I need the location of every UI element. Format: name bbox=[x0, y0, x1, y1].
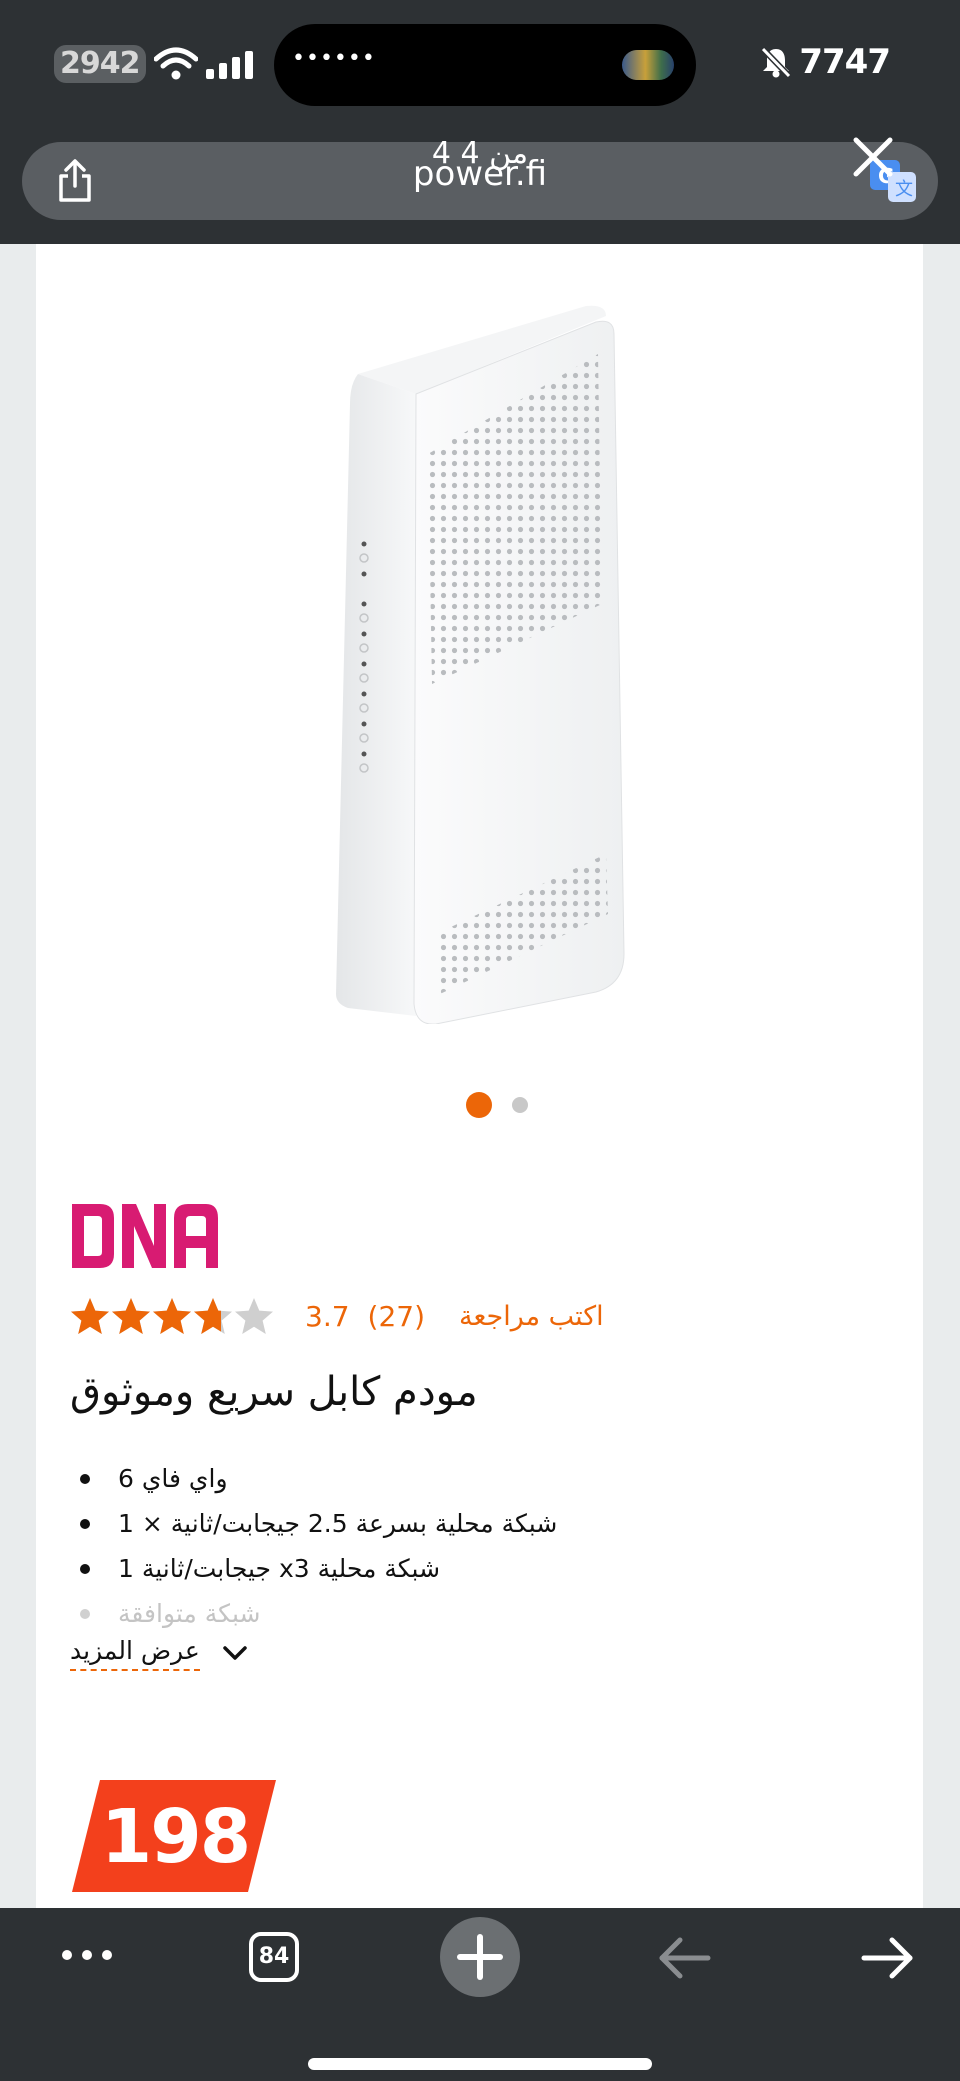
battery-level: 7747 bbox=[799, 42, 891, 82]
rating-row: 3.7 (27) اكتب مراجعة bbox=[70, 1294, 604, 1338]
island-activity-icon: •••••• bbox=[292, 46, 376, 71]
show-more-label[interactable]: عرض المزيد bbox=[70, 1636, 200, 1671]
close-icon[interactable] bbox=[848, 132, 898, 182]
feature-list: واي فاي 6 شبكة محلية بسرعة 2.5 جيجابت/ثا… bbox=[80, 1456, 780, 1636]
feature-item: واي فاي 6 bbox=[80, 1456, 780, 1501]
carousel-dot-active[interactable] bbox=[466, 1092, 492, 1118]
bullet-icon bbox=[80, 1563, 90, 1574]
rating-count[interactable]: (27) bbox=[368, 1300, 425, 1333]
image-carousel-dots[interactable] bbox=[466, 1092, 528, 1118]
feature-text: شبكة محلية بسرعة 2.5 جيجابت/ثانية × 1 bbox=[118, 1509, 558, 1538]
feature-text: شبكة متوافقة bbox=[118, 1599, 261, 1628]
star-icon bbox=[71, 1298, 109, 1334]
product-title: مودم كابل سريع وموثوق bbox=[70, 1369, 478, 1415]
rating-stars bbox=[70, 1296, 275, 1336]
status-bar-left: 2942 bbox=[54, 44, 256, 84]
feature-text: جيجابت/ثانية 1 xشبكة محلية 3 bbox=[118, 1554, 441, 1583]
status-bar-right: 7747 bbox=[759, 42, 891, 82]
status-time: 2942 bbox=[54, 45, 146, 83]
forward-arrow-icon[interactable] bbox=[860, 1936, 916, 1980]
address-bar[interactable]: 4 من 4 power.fi G 文 bbox=[22, 136, 938, 220]
bullet-icon bbox=[80, 1518, 90, 1529]
star-icon bbox=[235, 1298, 273, 1334]
write-review-link[interactable]: اكتب مراجعة bbox=[459, 1301, 604, 1332]
bullet-icon bbox=[80, 1473, 90, 1484]
product-card: 3.7 (27) اكتب مراجعة مودم كابل سريع وموث… bbox=[36, 244, 923, 1908]
feature-item: شبكة متوافقة bbox=[80, 1591, 780, 1636]
star-icon bbox=[194, 1298, 232, 1334]
plus-icon[interactable] bbox=[440, 1917, 520, 1997]
carousel-dot[interactable] bbox=[512, 1097, 528, 1113]
tabs-button[interactable]: 84 bbox=[249, 1932, 299, 1982]
price-value: 198 bbox=[100, 1794, 251, 1880]
dynamic-island: •••••• bbox=[274, 24, 696, 106]
signal-icon bbox=[205, 51, 253, 79]
chevron-down-icon[interactable] bbox=[222, 1644, 248, 1664]
feature-item: شبكة محلية بسرعة 2.5 جيجابت/ثانية × 1 bbox=[80, 1501, 780, 1546]
brand-logo-dna[interactable] bbox=[70, 1196, 220, 1276]
feature-text: واي فاي 6 bbox=[118, 1464, 228, 1493]
show-more-button[interactable]: عرض المزيد bbox=[70, 1636, 248, 1671]
more-icon[interactable] bbox=[60, 1940, 114, 1970]
product-image-modem[interactable] bbox=[306, 304, 706, 1024]
rating-score: 3.7 bbox=[305, 1299, 350, 1333]
wifi-icon bbox=[153, 47, 198, 80]
bullet-icon bbox=[80, 1608, 90, 1619]
back-arrow-icon[interactable] bbox=[656, 1936, 712, 1980]
price-badge: 198 bbox=[72, 1780, 276, 1892]
feature-item: جيجابت/ثانية 1 xشبكة محلية 3 bbox=[80, 1546, 780, 1591]
top-chrome: 2942 •••••• 7747 4 من 4 power.fi G 文 bbox=[0, 0, 960, 244]
bell-slash-icon bbox=[761, 46, 792, 79]
star-icon bbox=[112, 1298, 150, 1334]
browser-toolbar: 84 bbox=[0, 1908, 960, 2081]
star-icon bbox=[153, 1298, 191, 1334]
now-playing-artwork bbox=[622, 50, 674, 80]
home-indicator[interactable] bbox=[308, 2058, 652, 2070]
url-host[interactable]: power.fi bbox=[22, 154, 938, 194]
new-tab-button[interactable] bbox=[440, 1917, 520, 1997]
svg-text:文: 文 bbox=[895, 179, 913, 200]
